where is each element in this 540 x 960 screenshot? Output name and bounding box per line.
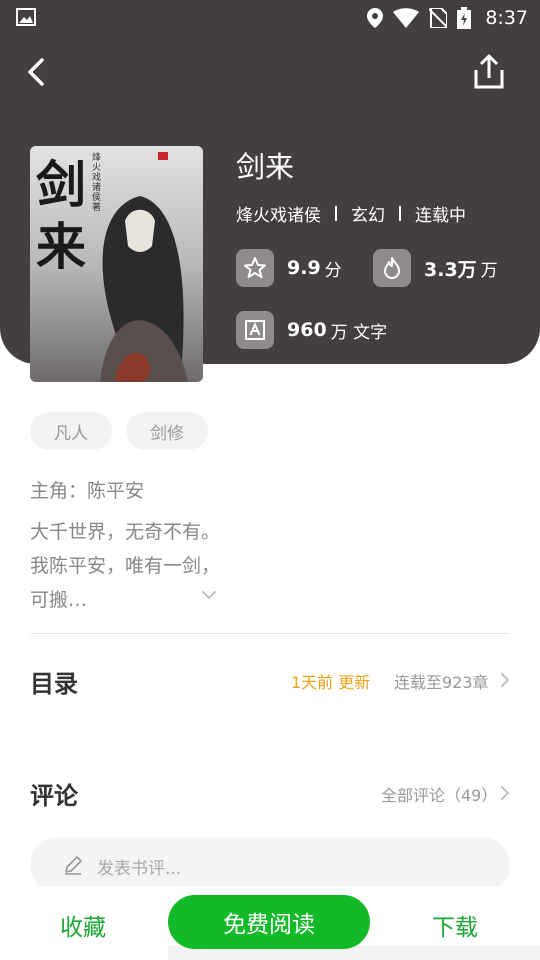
chevron-right-icon[interactable]: [499, 784, 511, 802]
book-cover-artwork: 剑来 烽火戏诸侯著: [30, 146, 203, 382]
comment-placeholder: 发表书评...: [97, 859, 182, 879]
no-sim-icon: [429, 8, 448, 28]
pencil-icon: [65, 856, 82, 875]
collect-button[interactable]: 收藏: [60, 908, 106, 942]
popularity-unit: 万: [480, 260, 498, 281]
genre-label[interactable]: 玄幻: [351, 201, 385, 226]
chevron-down-icon[interactable]: [200, 586, 218, 604]
book-title: 剑来: [236, 150, 295, 184]
cover-title-glyph: 来: [36, 217, 86, 276]
cover-subtitle-glyph: 烽: [92, 151, 101, 163]
flame-icon: [373, 249, 411, 287]
comment-input[interactable]: 发表书评...: [30, 837, 510, 893]
rating-unit: 分: [324, 260, 342, 281]
toc-section-title: 目录: [30, 669, 78, 698]
popularity-value: 3.3万: [424, 258, 477, 281]
toc-update-time: 1天前 更新: [291, 673, 371, 692]
cover-subtitle-glyph: 诸: [92, 182, 101, 193]
toc-chapter-count[interactable]: 连载至923章: [394, 669, 489, 693]
word-count-value: 960: [287, 319, 327, 341]
cover-title-glyph: 剑: [36, 155, 86, 214]
cover-subtitle-glyph: 戏: [92, 171, 101, 183]
book-meta: 烽火戏诸侯 玄幻 连载中: [236, 201, 466, 226]
free-read-button[interactable]: 免费阅读: [168, 895, 370, 949]
text-icon: [236, 311, 274, 349]
section-divider: [30, 633, 510, 634]
rating-value: 9.9: [287, 257, 321, 279]
tag-list: 凡人 剑修: [30, 412, 208, 450]
word-count-stat: 960 万 文字: [236, 311, 387, 349]
download-button[interactable]: 下载: [432, 908, 478, 942]
meta-divider: [335, 206, 337, 221]
comments-section-title: 评论: [30, 781, 78, 810]
share-button[interactable]: [470, 54, 508, 90]
back-button[interactable]: [22, 54, 54, 90]
tag-chip[interactable]: 凡人: [30, 412, 112, 450]
cover-subtitle-glyph: 著: [92, 201, 101, 213]
status-label: 连载中: [415, 206, 466, 226]
bottom-action-bar: 收藏 免费阅读 下载: [0, 886, 540, 960]
cover-subtitle-glyph: 火: [92, 162, 101, 173]
chevron-right-icon[interactable]: [499, 671, 511, 689]
book-cover[interactable]: 剑来 烽火戏诸侯著: [30, 146, 203, 382]
protagonist-line: 主角：陈平安: [30, 480, 145, 502]
location-icon: [367, 8, 384, 28]
cover-subtitle-glyph: 侯: [92, 191, 101, 203]
image-notification-icon: [16, 8, 36, 26]
star-icon: [236, 249, 274, 287]
popularity-stat: 3.3万 万: [373, 249, 498, 287]
status-bar: 8:37: [0, 0, 540, 36]
status-time: 8:37: [485, 7, 528, 29]
battery-icon: [457, 7, 472, 29]
wifi-icon: [393, 8, 420, 28]
word-count-unit: 万 文字: [330, 322, 388, 343]
author-name[interactable]: 烽火戏诸侯: [236, 201, 321, 226]
rating-stat: 9.9 分: [236, 249, 342, 287]
tag-chip[interactable]: 剑修: [126, 412, 208, 450]
all-comments-link[interactable]: 全部评论（49）: [381, 782, 497, 806]
meta-divider: [399, 206, 401, 221]
